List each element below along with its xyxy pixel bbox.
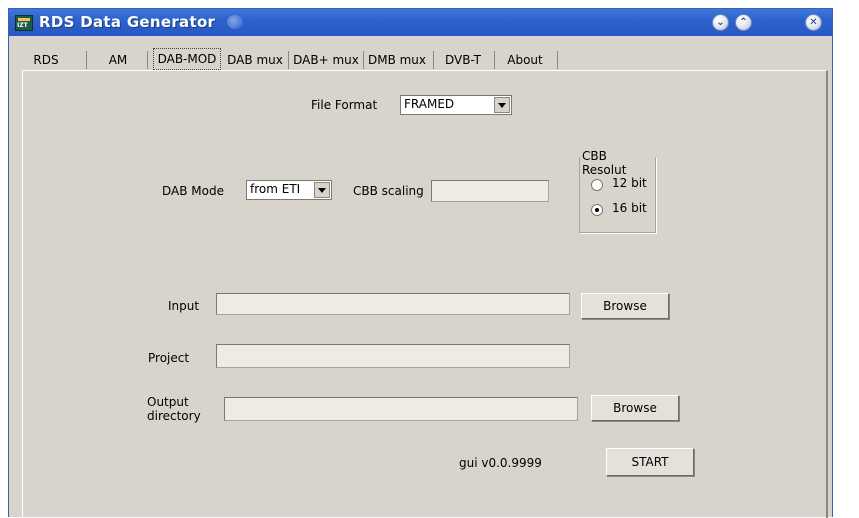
dab-mode-select[interactable]: from ETI xyxy=(246,180,332,200)
radio-16-bit[interactable] xyxy=(591,204,603,216)
tab-dmb-mux[interactable]: DMB mux xyxy=(365,50,429,70)
project-field[interactable] xyxy=(216,344,570,368)
output-directory-field[interactable] xyxy=(224,397,578,421)
tab-dab-mod[interactable]: DAB-MOD xyxy=(153,48,221,70)
app-icon: IZT xyxy=(15,15,33,31)
output-label-line1: Output xyxy=(147,395,189,409)
project-label: Project xyxy=(148,351,190,365)
close-icon: ✕ xyxy=(809,17,818,28)
tab-dab-mux[interactable]: DAB mux xyxy=(223,50,287,70)
file-format-label: File Format xyxy=(311,98,378,112)
start-button[interactable]: START xyxy=(606,448,694,476)
file-format-select[interactable]: FRAMED xyxy=(400,95,512,115)
tab-dab-plus-mux[interactable]: DAB+ mux xyxy=(290,50,362,70)
window-title: RDS Data Generator xyxy=(39,13,216,31)
output-label-line2: directory xyxy=(147,409,201,423)
file-format-value: FRAMED xyxy=(404,97,455,111)
tab-am[interactable]: AM xyxy=(93,50,143,70)
radio-12-bit-label: 12 bit xyxy=(612,176,647,190)
version-label: gui v0.0.9999 xyxy=(459,456,542,470)
cbb-resolution-title: CBB Resolut xyxy=(580,149,655,177)
dab-mod-panel: File Format FRAMED DAB Mode from ETI CBB… xyxy=(22,70,828,518)
radio-16-bit-label: 16 bit xyxy=(612,201,647,215)
dab-mode-value: from ETI xyxy=(250,182,301,196)
app-window: IZT RDS Data Generator ⌄ ⌃ ✕ RDS AM DAB-… xyxy=(8,8,833,518)
input-browse-button[interactable]: Browse xyxy=(581,293,669,319)
input-path-field[interactable] xyxy=(216,293,570,315)
chevron-down-icon: ⌄ xyxy=(716,17,725,28)
maximize-button[interactable]: ⌃ xyxy=(735,14,752,31)
output-browse-button[interactable]: Browse xyxy=(591,395,679,421)
cbb-scaling-label: CBB scaling xyxy=(353,184,424,198)
minimize-button[interactable]: ⌄ xyxy=(712,14,729,31)
radio-12-bit[interactable] xyxy=(591,179,603,191)
dropdown-arrow-icon[interactable] xyxy=(314,182,330,198)
title-bar[interactable]: IZT RDS Data Generator ⌄ ⌃ ✕ xyxy=(9,9,832,36)
close-button[interactable]: ✕ xyxy=(805,14,822,31)
input-label: Input xyxy=(168,299,200,313)
chevron-up-icon: ⌃ xyxy=(739,17,748,28)
cbb-resolution-group: CBB Resolut 12 bit 16 bit xyxy=(579,149,656,233)
app-icon-text: IZT xyxy=(17,22,28,29)
cbb-scaling-input[interactable] xyxy=(431,180,549,202)
tab-rds[interactable]: RDS xyxy=(23,50,69,70)
title-decoration-icon xyxy=(227,15,243,29)
output-directory-label: Output directory xyxy=(147,395,201,423)
tab-about[interactable]: About xyxy=(497,50,553,70)
dab-mode-label: DAB Mode xyxy=(162,184,224,198)
tab-dvb-t[interactable]: DVB-T xyxy=(435,50,491,70)
dropdown-arrow-icon[interactable] xyxy=(494,97,510,113)
